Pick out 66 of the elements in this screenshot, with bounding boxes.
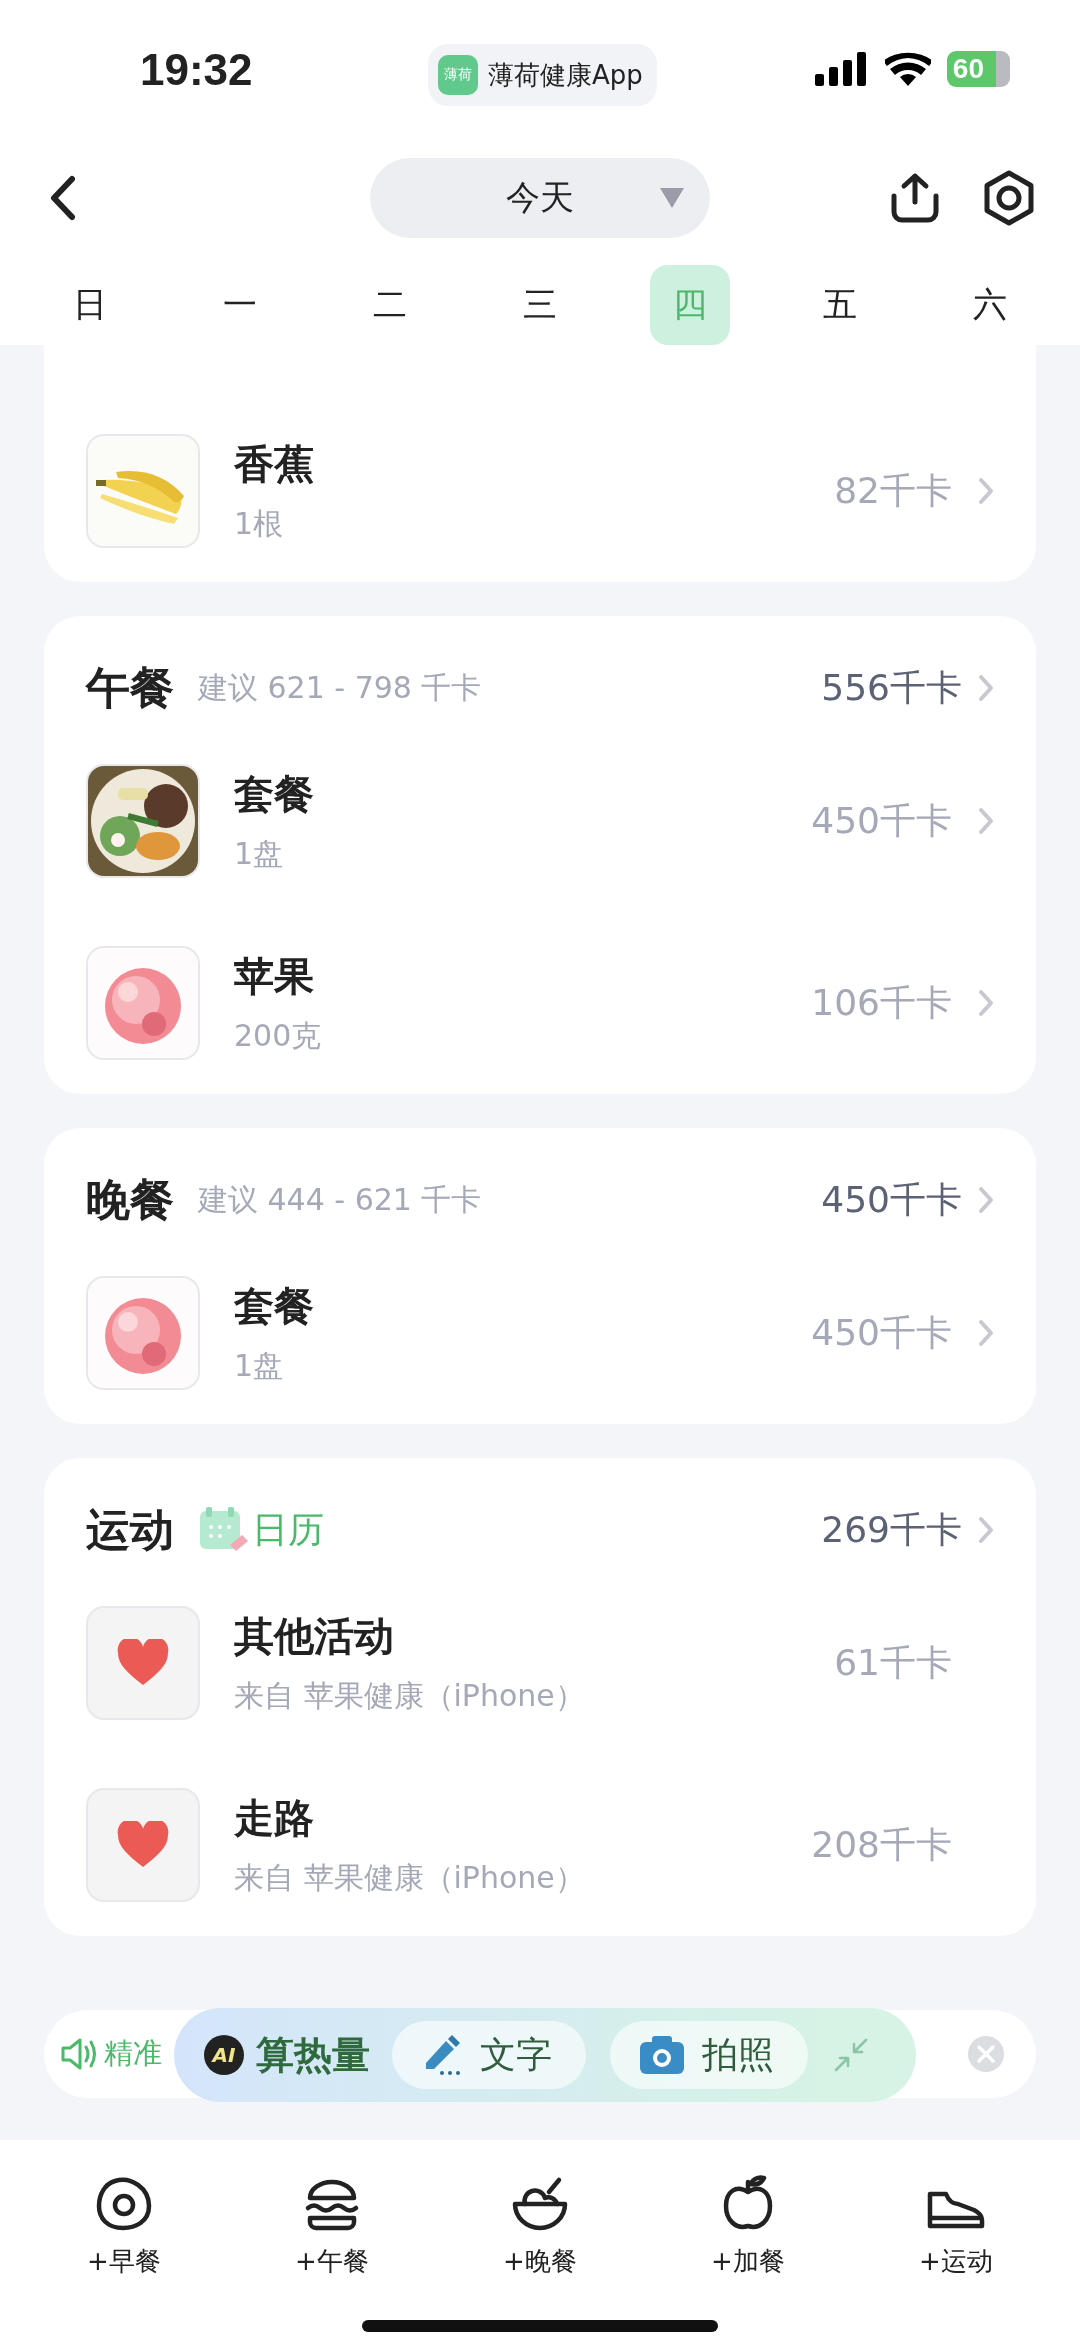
chevron-icon	[978, 477, 994, 505]
chevron-icon	[978, 807, 994, 835]
section-total[interactable]: 269千卡	[821, 1505, 962, 1555]
item-amount: 来自 苹果健康（iPhone）	[234, 1859, 586, 1897]
egg-icon	[95, 2176, 153, 2232]
item-name: 套餐	[234, 1282, 315, 1331]
ai-title: 算热量	[256, 2031, 370, 2079]
rice-bowl-icon	[511, 2176, 569, 2232]
ai-badge: AI	[204, 2035, 244, 2075]
weekday-tab[interactable]: 五	[800, 265, 880, 345]
heart-icon	[116, 1639, 170, 1687]
weekday-tab[interactable]: 三	[500, 265, 580, 345]
chevron-icon	[978, 989, 994, 1017]
weekday-tab[interactable]: 六	[950, 265, 1030, 345]
section-title: 运动	[86, 1502, 174, 1557]
chevron-icon	[978, 1319, 994, 1347]
dropdown-icon	[660, 187, 684, 208]
item-amount: 200克	[234, 1017, 323, 1055]
status-time: 19:32	[140, 45, 253, 95]
item-calories: 82千卡	[834, 468, 952, 513]
signal-icon	[814, 52, 869, 86]
app-name: 薄荷健康App	[488, 58, 643, 92]
section-total[interactable]: 556千卡	[821, 663, 962, 713]
weekday-tab[interactable]: 二	[350, 265, 430, 345]
add-entry-tab[interactable]: +早餐	[81, 2160, 167, 2280]
section-title: 午餐	[86, 660, 174, 715]
item-calories: 450千卡	[811, 798, 952, 843]
item-name: 香蕉	[234, 440, 315, 489]
section-total[interactable]: 450千卡	[821, 1175, 962, 1225]
item-calories: 450千卡	[811, 1310, 952, 1355]
burger-icon	[304, 2178, 360, 2232]
item-amount: 1盘	[234, 1347, 285, 1385]
wifi-icon	[884, 52, 931, 86]
item-calories: 208千卡	[811, 1822, 952, 1867]
item-name: 其他活动	[234, 1612, 395, 1661]
item-calories: 61千卡	[834, 1640, 952, 1685]
calorie-suggestion: 建议 621 - 798 千卡	[198, 668, 482, 707]
calorie-suggestion: 建议 444 - 621 千卡	[198, 1180, 482, 1219]
voice-hint-text: 精准	[104, 2035, 162, 2072]
item-name: 走路	[234, 1794, 315, 1843]
chevron-icon	[978, 1186, 994, 1214]
item-name: 苹果	[234, 952, 315, 1001]
back-icon[interactable]	[48, 174, 76, 221]
heart-icon	[116, 1821, 170, 1869]
text-input-button[interactable]: 文字	[392, 2021, 586, 2089]
add-entry-tab[interactable]: +午餐	[289, 2160, 375, 2280]
battery-level: 60	[946, 51, 1010, 87]
settings-icon[interactable]	[982, 169, 1036, 226]
item-amount: 1根	[234, 505, 285, 543]
photo-button[interactable]: 拍照	[610, 2021, 808, 2089]
item-calories: 106千卡	[811, 980, 952, 1025]
item-name: 套餐	[234, 770, 315, 819]
chevron-icon	[978, 1516, 994, 1544]
add-entry-tab[interactable]: +运动	[913, 2160, 999, 2280]
camera-icon	[640, 2036, 684, 2074]
chevron-icon	[978, 674, 994, 702]
item-amount: 来自 苹果健康（iPhone）	[234, 1677, 586, 1715]
apple-icon	[722, 2174, 774, 2232]
section-title: 晚餐	[86, 1172, 174, 1227]
app-icon: 薄荷	[438, 55, 478, 95]
add-entry-tab[interactable]: +加餐	[705, 2160, 791, 2280]
weekday-tab[interactable]: 日	[50, 265, 130, 345]
date-selector[interactable]: 今天	[370, 157, 710, 238]
item-amount: 1盘	[234, 835, 285, 873]
add-entry-tab[interactable]: +晚餐	[497, 2160, 583, 2280]
weekday-tab[interactable]: 一	[200, 265, 280, 345]
